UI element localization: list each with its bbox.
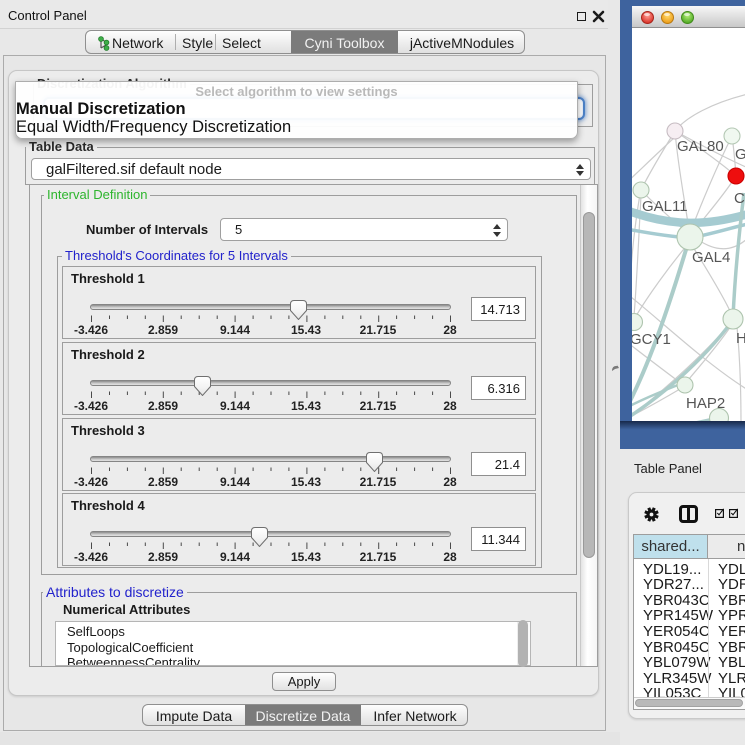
svg-text:GCY1: GCY1 bbox=[632, 331, 671, 348]
svg-text:GAL80: GAL80 bbox=[677, 138, 724, 155]
svg-text:H: H bbox=[736, 330, 745, 347]
svg-text:C: C bbox=[734, 190, 745, 207]
svg-text:HAP2: HAP2 bbox=[686, 395, 725, 412]
svg-text:GAL11: GAL11 bbox=[642, 198, 688, 215]
svg-text:GAL4: GAL4 bbox=[692, 249, 730, 266]
svg-text:GA: GA bbox=[735, 146, 745, 163]
